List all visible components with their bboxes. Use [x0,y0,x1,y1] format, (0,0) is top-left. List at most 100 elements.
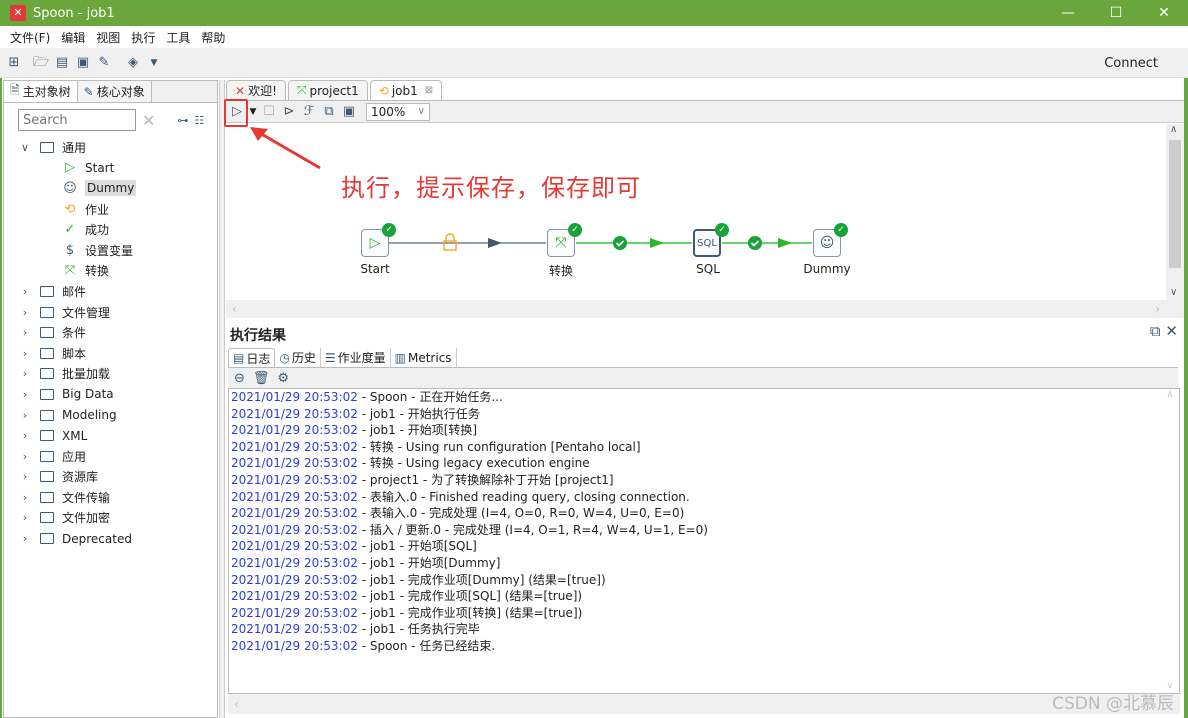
chevron-right-icon[interactable]: › [18,470,32,483]
scroll-up-icon[interactable]: ∧ [1161,389,1179,400]
tree-item-set-variables[interactable]: $ 设置变量 [4,240,217,261]
menu-view[interactable]: 视图 [96,29,120,46]
run-options-dropdown-icon[interactable]: ▼ [248,103,258,121]
tree-folder[interactable]: › Deprecated [4,528,217,549]
chevron-right-icon[interactable]: › [18,429,32,442]
tree-label: 转换 [85,264,110,279]
tree-folder[interactable]: › 文件加密 [4,508,217,529]
tree-item-success[interactable]: ✓ 成功 [4,219,217,240]
tab-job1[interactable]: ⟲ job1 ⊠ [369,80,443,100]
tab-project1[interactable]: ⤧ project1 [287,80,368,100]
log-text-area[interactable]: 2021/01/29 20:53:02 - Spoon - 正在开始任务... 2… [228,388,1180,694]
log-message: - project1 - 为了转换解除补丁开始 [project1] [357,472,614,487]
panel-splitter[interactable] [219,80,225,718]
object-tree: ∨ 通用 ▷ Start ☺ Dummy ⟲ 作业 ✓ 成功 $ 设置变量 ⤧ 转换 › 邮件 … [4,137,217,549]
tree-folder[interactable]: › 脚本 [4,343,217,364]
chevron-down-icon[interactable]: ∨ [18,141,32,154]
collapse-all-icon[interactable]: ⊶ [177,114,188,127]
menu-tools[interactable]: 工具 [166,29,190,46]
menu-help[interactable]: 帮助 [201,29,225,46]
new-file-icon[interactable]: ⊞ [6,55,22,71]
minimize-button[interactable]: — [1044,0,1092,26]
clear-search-icon[interactable]: ✕ [142,111,155,130]
tree-item-job[interactable]: ⟲ 作业 [4,199,217,220]
tree-folder[interactable]: › 应用 [4,446,217,467]
save-as-icon[interactable]: ✎ [96,55,112,71]
scroll-left-icon[interactable]: ‹ [234,697,239,711]
canvas-horizontal-scrollbar[interactable]: ‹ › [226,300,1184,318]
menu-file[interactable]: 文件(F) [10,29,50,46]
scrollbar-thumb[interactable] [1169,140,1181,268]
chevron-right-icon[interactable]: › [18,367,32,380]
chevron-right-icon[interactable]: › [18,306,32,319]
chevron-right-icon[interactable]: › [18,450,32,463]
chevron-right-icon[interactable]: › [18,491,32,504]
tree-item-dummy[interactable]: ☺ Dummy [4,178,217,199]
close-tab-icon[interactable]: ⊠ [425,85,433,96]
trash-icon[interactable]: 🗑 [253,371,270,386]
tree-folder[interactable]: › 资源库 [4,467,217,488]
scroll-up-icon[interactable]: ∧ [1170,124,1177,135]
scroll-down-icon[interactable]: ∨ [1170,287,1177,298]
metrics-list-icon: ☰ [324,350,336,365]
close-button[interactable]: ✕ [1140,0,1188,26]
open-file-icon[interactable]: 🗁 [33,55,49,71]
zoom-select[interactable]: 100% ∨ [366,102,430,121]
log-timestamp: 2021/01/29 20:53:02 [231,406,358,421]
tree-folder[interactable]: › 文件传输 [4,487,217,508]
chevron-right-icon[interactable]: › [18,532,32,545]
scroll-left-icon[interactable]: ‹ [232,302,237,316]
explore-db-icon[interactable]: ▣ [340,103,358,121]
explore-repository-icon[interactable]: ▤ [54,55,70,71]
canvas-vertical-scrollbar[interactable]: ∧ ∨ [1166,124,1184,300]
sql-preview-icon[interactable]: ⧉ [320,103,338,121]
tab-history[interactable]: ◷ 历史 [275,348,321,367]
tab-job-metrics[interactable]: ☰ 作业度量 [321,348,391,367]
save-icon[interactable]: ▣ [75,55,91,71]
tree-folder[interactable]: › 文件管理 [4,302,217,323]
left-panel: 🗎 主对象树 ✎ 核心对象 ✕ ⊶ ☷ ∨ 通用 ▷ Start ☺ Dummy ⟲ 作… [3,80,218,718]
chevron-right-icon[interactable]: › [18,326,32,339]
tree-folder[interactable]: › 批量加载 [4,364,217,385]
chevron-right-icon[interactable]: › [18,409,32,422]
tree-folder[interactable]: › Big Data [4,384,217,405]
connect-button[interactable]: Connect [1104,56,1158,71]
chevron-right-icon[interactable]: › [18,347,32,360]
tab-label: 日志 [246,351,271,366]
log-vertical-scrollbar[interactable]: ∧ ∨ [1161,389,1179,693]
tab-main-tree[interactable]: 🗎 主对象树 [4,81,78,102]
replay-icon[interactable]: ⊳ [280,103,298,121]
tab-welcome[interactable]: ✕ 欢迎! [226,80,286,100]
tree-item-start[interactable]: ▷ Start [4,158,217,179]
tab-log[interactable]: ▤ 日志 [228,348,276,367]
maximize-button[interactable]: ☐ [1092,0,1140,26]
scroll-right-icon[interactable]: › [1155,300,1160,318]
menu-run[interactable]: 执行 [131,29,155,46]
perspective-dropdown-icon[interactable]: ▼ [146,55,162,71]
search-input[interactable] [18,109,136,131]
perspective-layers-icon[interactable]: ◈ [125,55,141,71]
tree-folder[interactable]: › Modeling [4,405,217,426]
clear-log-icon[interactable]: ⊖ [234,371,245,386]
tab-core-objects[interactable]: ✎ 核心对象 [77,81,152,102]
tree-item-transformation[interactable]: ⤧ 转换 [4,261,217,282]
close-panel-icon[interactable]: ✕ [1165,322,1178,340]
tab-metrics[interactable]: ▥ Metrics [391,348,457,367]
detach-panel-icon[interactable]: ⧉ [1150,322,1161,340]
chevron-right-icon[interactable]: › [18,511,32,524]
log-horizontal-scrollbar[interactable]: ‹ [228,694,1180,714]
log-settings-icon[interactable]: ⚙ [277,371,289,386]
tree-folder[interactable]: › 邮件 [4,281,217,302]
expand-all-icon[interactable]: ☷ [194,114,204,127]
tree-folder[interactable]: › 条件 [4,322,217,343]
chevron-right-icon[interactable]: › [18,388,32,401]
log-line: 2021/01/29 20:53:02 - job1 - 完成作业项[Dummy… [231,572,1177,589]
menu-edit[interactable]: 编辑 [61,29,85,46]
chevron-right-icon[interactable]: › [18,285,32,298]
node-label: Start [360,262,390,276]
job-canvas[interactable]: ▷ ✓ Start ⤧ ✓ 转换 SQL ✓ SQL ☺ ✓ Dummy [226,124,1166,300]
check-icon[interactable]: ℱ [300,103,318,121]
tree-folder-general[interactable]: ∨ 通用 [4,137,217,158]
stop-icon[interactable]: ☐ [260,103,278,121]
tree-folder[interactable]: › XML [4,425,217,446]
